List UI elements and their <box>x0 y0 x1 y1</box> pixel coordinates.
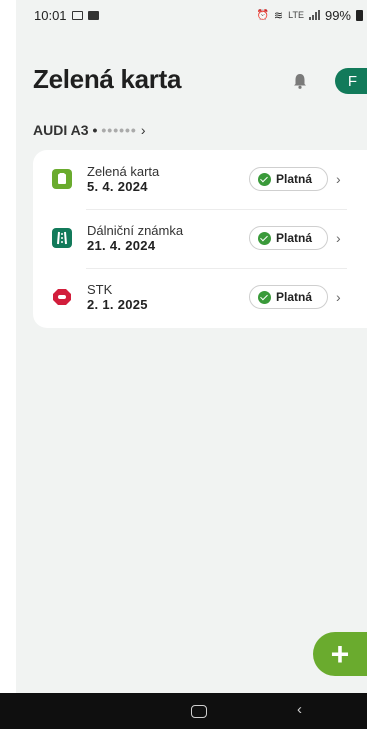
chevron-right-icon: › <box>336 230 341 246</box>
check-icon <box>258 290 271 304</box>
chevron-right-icon: › <box>336 171 341 187</box>
bell-icon[interactable] <box>293 73 307 89</box>
app-screen: 10:01 ⏰ ≋ LTE 99% Zelená karta F AUDI A3… <box>16 0 367 693</box>
signal-icon <box>308 10 320 20</box>
battery-icon <box>356 9 363 21</box>
home-button[interactable] <box>191 705 207 718</box>
vehicle-separator: • <box>92 122 98 138</box>
alarm-icon: ⏰ <box>256 9 269 21</box>
vehicle-selector[interactable]: AUDI A3 • •••••• › <box>33 122 146 138</box>
status-badge: Platná <box>249 285 328 309</box>
add-button[interactable]: + <box>313 632 367 676</box>
item-date: 2. 1. 2025 <box>87 297 148 312</box>
status-time: 10:01 <box>34 7 67 23</box>
list-item-highway-sticker[interactable]: Dálniční známka 21. 4. 2024 Platná › <box>33 209 367 268</box>
chevron-right-icon: › <box>140 122 146 138</box>
status-bar: 10:01 ⏰ ≋ LTE 99% <box>16 0 367 30</box>
stk-icon <box>53 289 71 305</box>
chevron-right-icon: › <box>336 289 341 305</box>
gallery-icon <box>87 10 99 20</box>
back-button[interactable]: ‹ <box>297 701 302 718</box>
list-item-stk[interactable]: STK 2. 1. 2025 Platná › <box>33 268 367 327</box>
item-label: Zelená karta <box>87 164 160 179</box>
wifi-icon: ≋ <box>273 9 284 22</box>
item-date: 5. 4. 2024 <box>87 179 148 194</box>
green-card-icon <box>52 169 72 189</box>
status-text: Platná <box>276 231 313 245</box>
avatar[interactable]: F <box>335 68 367 94</box>
message-icon <box>71 10 83 20</box>
item-label: Dálniční známka <box>87 223 184 238</box>
battery-percent: 99% <box>324 7 351 23</box>
item-label: STK <box>87 282 113 297</box>
page-title: Zelená karta <box>33 64 182 94</box>
plus-icon: + <box>330 636 350 672</box>
documents-card: Zelená karta 5. 4. 2024 Platná › Dálničn… <box>33 150 367 328</box>
check-icon <box>258 172 271 186</box>
highway-icon <box>52 228 72 248</box>
item-date: 21. 4. 2024 <box>87 238 156 253</box>
check-icon <box>258 231 271 245</box>
system-nav-bar: ‹ <box>0 693 367 729</box>
status-badge: Platná <box>249 167 328 191</box>
status-badge: Platná <box>249 226 328 250</box>
list-item-green-card[interactable]: Zelená karta 5. 4. 2024 Platná › <box>33 150 367 209</box>
status-text: Platná <box>276 290 313 304</box>
avatar-initial: F <box>347 72 358 90</box>
status-text: Platná <box>276 172 313 186</box>
network-type: LTE <box>288 10 304 20</box>
vehicle-plate: •••••• <box>101 122 137 138</box>
vehicle-name: AUDI A3 <box>33 122 89 138</box>
